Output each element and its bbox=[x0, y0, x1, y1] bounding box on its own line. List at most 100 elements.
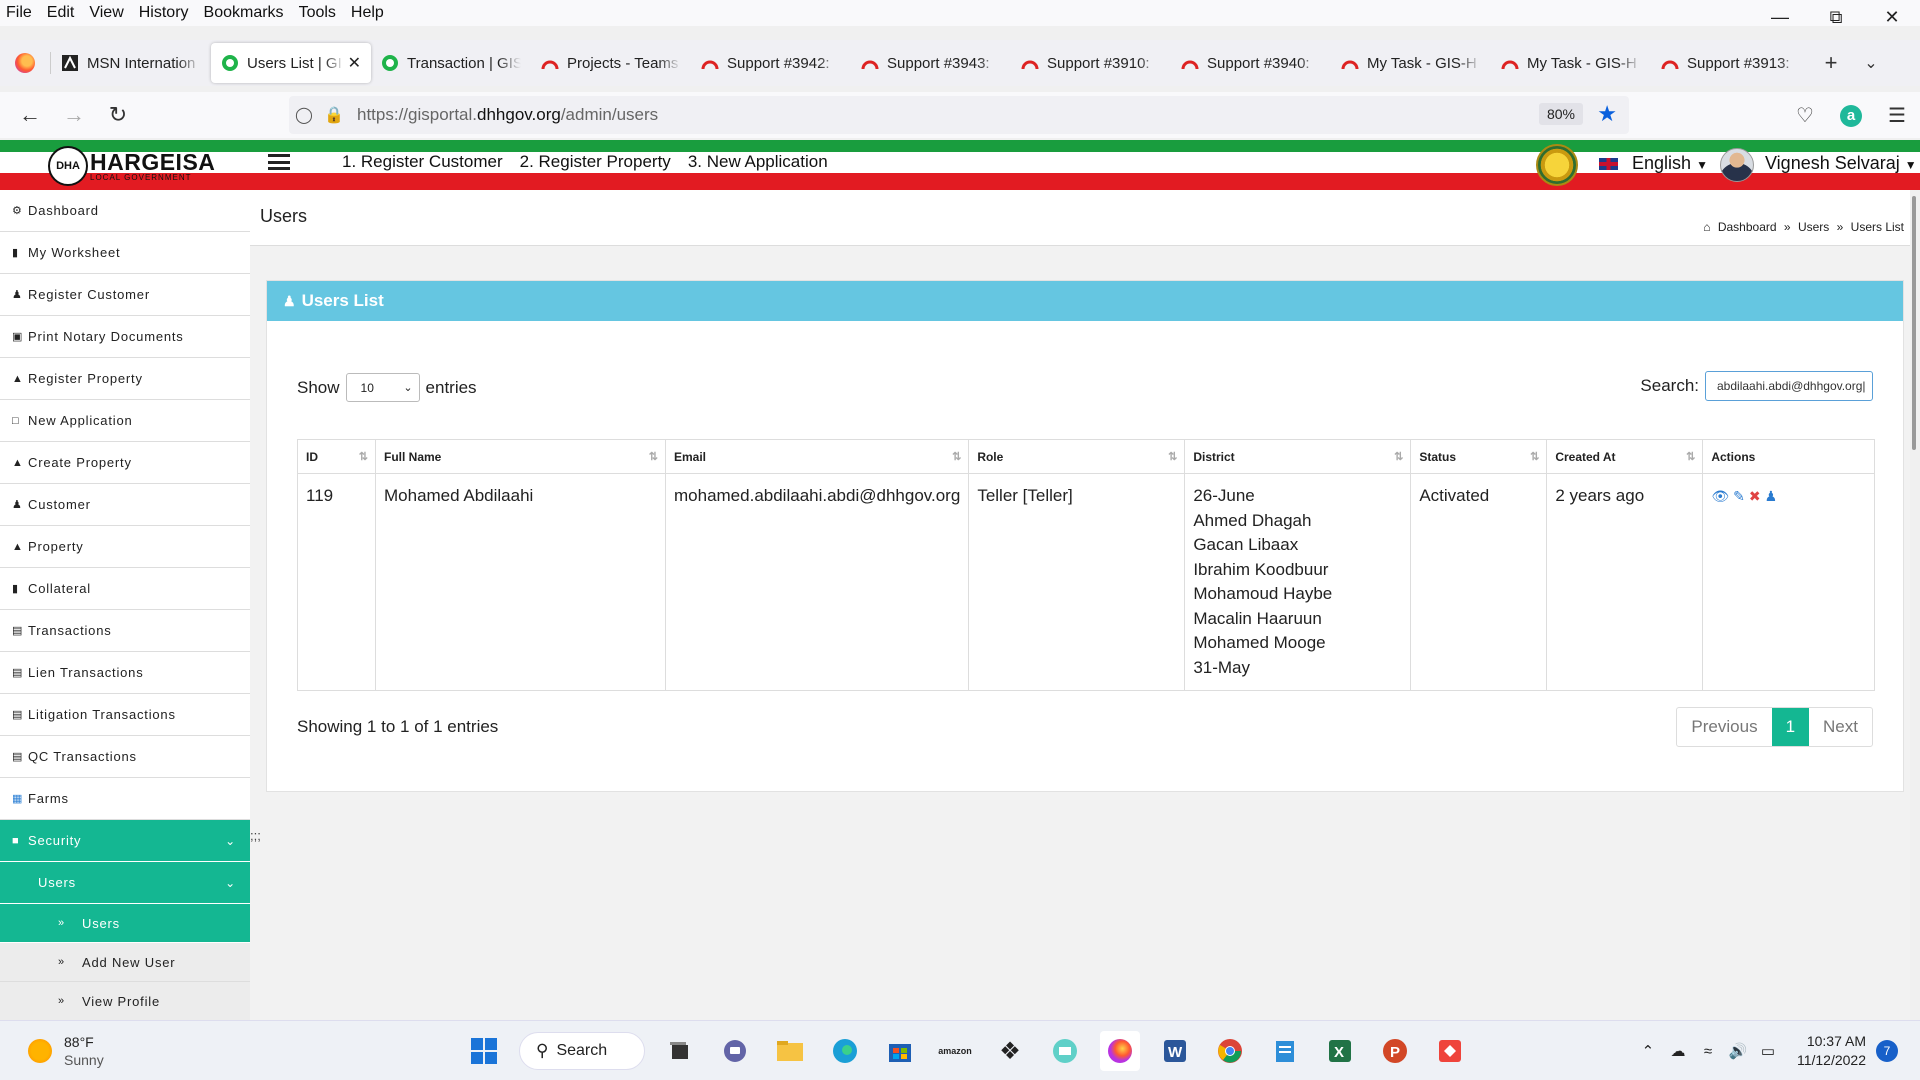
column-id[interactable]: ID ⇅ bbox=[297, 439, 376, 474]
quick-register-property[interactable]: 2. Register Property bbox=[520, 152, 671, 172]
weather-widget[interactable]: 88°F Sunny bbox=[28, 1033, 104, 1069]
column-role[interactable]: Role ⇅ bbox=[968, 439, 1186, 474]
user-menu[interactable]: Vignesh Selvaraj ▼ bbox=[1765, 153, 1917, 174]
menu-tools[interactable]: Tools bbox=[299, 4, 336, 22]
volume-icon[interactable]: 🔊 bbox=[1723, 1042, 1753, 1060]
sidebar-item-users-group[interactable]: Users ⌄ bbox=[0, 862, 250, 904]
sidebar-item-add-new-user[interactable]: » Add New User bbox=[0, 943, 250, 982]
sidebar-item-litigation-transactions[interactable]: ▤ Litigation Transactions bbox=[0, 694, 250, 736]
app-menu-icon[interactable]: ☰ bbox=[1874, 103, 1920, 128]
menu-bookmarks[interactable]: Bookmarks bbox=[204, 4, 284, 22]
site-logo[interactable]: DHA HARGEISA LOCAL GOVERNMENT bbox=[48, 146, 215, 186]
sidebar-item-create-property[interactable]: ▲ Create Property bbox=[0, 442, 250, 484]
tab-my-task-1[interactable]: My Task - GIS-H bbox=[1331, 43, 1491, 83]
menu-edit[interactable]: Edit bbox=[47, 4, 75, 22]
address-bar[interactable]: ◯ 🔒 https://gisportal.dhhgov.org/admin/u… bbox=[289, 96, 1629, 134]
mail-icon[interactable] bbox=[1045, 1031, 1085, 1071]
hamburger-menu-icon[interactable] bbox=[268, 154, 290, 170]
edge-icon[interactable] bbox=[825, 1031, 865, 1071]
tab-support-3942[interactable]: Support #3942: bbox=[691, 43, 851, 83]
previous-page-button[interactable]: Previous bbox=[1677, 708, 1771, 746]
tab-transaction[interactable]: Transaction | GIS bbox=[371, 43, 531, 83]
page-1-button[interactable]: 1 bbox=[1771, 708, 1810, 746]
page-scrollbar[interactable] bbox=[1912, 196, 1916, 450]
dropbox-icon[interactable]: ❖ bbox=[990, 1031, 1030, 1071]
quick-register-customer[interactable]: 1. Register Customer bbox=[342, 152, 503, 172]
sidebar-item-qc-transactions[interactable]: ▤ QC Transactions bbox=[0, 736, 250, 778]
sidebar-item-view-profile[interactable]: » View Profile bbox=[0, 982, 250, 1020]
tab-support-3910[interactable]: Support #3910: bbox=[1011, 43, 1171, 83]
next-page-button[interactable]: Next bbox=[1809, 708, 1872, 746]
tab-support-3943[interactable]: Support #3943: bbox=[851, 43, 1011, 83]
sidebar-item-register-property[interactable]: ▲ Register Property bbox=[0, 358, 250, 400]
tab-users-list[interactable]: Users List | GI ✕ bbox=[211, 43, 371, 83]
sidebar-item-print-notary[interactable]: ▣ Print Notary Documents bbox=[0, 316, 250, 358]
column-district[interactable]: District ⇅ bbox=[1184, 439, 1412, 474]
column-created-at[interactable]: Created At ⇅ bbox=[1546, 439, 1704, 474]
lock-icon[interactable]: 🔒 bbox=[319, 105, 349, 125]
edit-icon[interactable]: ✎ bbox=[1733, 488, 1745, 504]
view-eye-icon[interactable]: 👁 bbox=[1711, 488, 1729, 504]
breadcrumb-dashboard[interactable]: Dashboard bbox=[1718, 220, 1777, 234]
sidebar-item-users[interactable]: » Users bbox=[0, 904, 250, 943]
shield-icon[interactable]: ◯ bbox=[289, 105, 319, 125]
column-email[interactable]: Email ⇅ bbox=[664, 439, 970, 474]
sidebar-item-register-customer[interactable]: ♟ Register Customer bbox=[0, 274, 250, 316]
sidebar-item-farms[interactable]: ▦ Farms bbox=[0, 778, 250, 820]
teams-chat-icon[interactable] bbox=[715, 1031, 755, 1071]
menu-history[interactable]: History bbox=[139, 4, 189, 22]
menu-view[interactable]: View bbox=[89, 4, 123, 22]
taskbar-search[interactable]: ⚲ Search bbox=[519, 1032, 645, 1070]
firefox-icon[interactable] bbox=[1100, 1031, 1140, 1071]
tab-my-task-2[interactable]: My Task - GIS-H bbox=[1491, 43, 1651, 83]
task-view-icon[interactable] bbox=[660, 1031, 700, 1071]
amazon-assistant-icon[interactable]: a bbox=[1828, 103, 1874, 127]
battery-icon[interactable]: ▭ bbox=[1753, 1042, 1783, 1060]
column-status[interactable]: Status ⇅ bbox=[1410, 439, 1548, 474]
menu-help[interactable]: Help bbox=[351, 4, 384, 22]
tab-msn[interactable]: MSN Internation bbox=[51, 43, 211, 83]
bookmark-star-icon[interactable]: ★ bbox=[1597, 101, 1617, 127]
firefox-menu-icon[interactable] bbox=[0, 40, 50, 86]
page-size-select[interactable]: 10 ⌄ bbox=[345, 373, 420, 402]
notification-badge[interactable]: 7 bbox=[1876, 1040, 1898, 1062]
chevron-up-icon[interactable]: ⌃ bbox=[1633, 1042, 1663, 1060]
zoom-level[interactable]: 80% bbox=[1538, 103, 1583, 125]
wifi-icon[interactable]: ≈ bbox=[1693, 1043, 1723, 1060]
anydesk-icon[interactable] bbox=[1430, 1031, 1470, 1071]
sidebar-item-customer[interactable]: ♟ Customer bbox=[0, 484, 250, 526]
quick-new-application[interactable]: 3. New Application bbox=[688, 152, 828, 172]
close-window-icon[interactable]: ✕ bbox=[1864, 0, 1920, 34]
avatar[interactable] bbox=[1720, 148, 1754, 182]
tab-support-3913[interactable]: Support #3913: bbox=[1651, 43, 1811, 83]
sidebar-item-lien-transactions[interactable]: ▤ Lien Transactions bbox=[0, 652, 250, 694]
powerpoint-icon[interactable]: P bbox=[1375, 1031, 1415, 1071]
forward-icon[interactable]: → bbox=[52, 95, 96, 135]
pocket-icon[interactable]: ♡ bbox=[1782, 103, 1828, 128]
close-tab-icon[interactable]: ✕ bbox=[348, 53, 361, 73]
tab-projects[interactable]: Projects - Teams bbox=[531, 43, 691, 83]
sidebar-item-collateral[interactable]: ▮ Collateral bbox=[0, 568, 250, 610]
breadcrumb-users[interactable]: Users bbox=[1798, 220, 1829, 234]
column-full-name[interactable]: Full Name ⇅ bbox=[375, 439, 666, 474]
sidebar-item-transactions[interactable]: ▤ Transactions bbox=[0, 610, 250, 652]
menu-file[interactable]: File bbox=[6, 4, 32, 22]
restore-icon[interactable]: ⧉ bbox=[1808, 0, 1864, 34]
windows-start-icon[interactable] bbox=[464, 1031, 504, 1071]
taskbar-clock[interactable]: 10:37 AM 11/12/2022 bbox=[1797, 1032, 1866, 1070]
sidebar-item-dashboard[interactable]: ⚙ Dashboard bbox=[0, 190, 250, 232]
user-profile-icon[interactable]: ♟ bbox=[1765, 488, 1778, 504]
minimize-icon[interactable]: — bbox=[1752, 0, 1808, 34]
search-input[interactable]: abdilaahi.abdi@dhhgov.org | bbox=[1705, 371, 1873, 401]
sidebar-item-security[interactable]: ■ Security ⌄ bbox=[0, 820, 250, 862]
excel-icon[interactable]: X bbox=[1320, 1031, 1360, 1071]
network-status-icon[interactable]: ☁ bbox=[1663, 1042, 1693, 1060]
list-tabs-icon[interactable]: ⌄ bbox=[1851, 53, 1891, 73]
word-icon[interactable]: W bbox=[1155, 1031, 1195, 1071]
sidebar-item-property[interactable]: ▲ Property bbox=[0, 526, 250, 568]
sidebar-item-my-worksheet[interactable]: ▮ My Worksheet bbox=[0, 232, 250, 274]
tab-support-3940[interactable]: Support #3940: bbox=[1171, 43, 1331, 83]
new-tab-button[interactable]: + bbox=[1811, 50, 1851, 76]
delete-icon[interactable]: ✖ bbox=[1749, 488, 1761, 504]
notepad-icon[interactable] bbox=[1265, 1031, 1305, 1071]
